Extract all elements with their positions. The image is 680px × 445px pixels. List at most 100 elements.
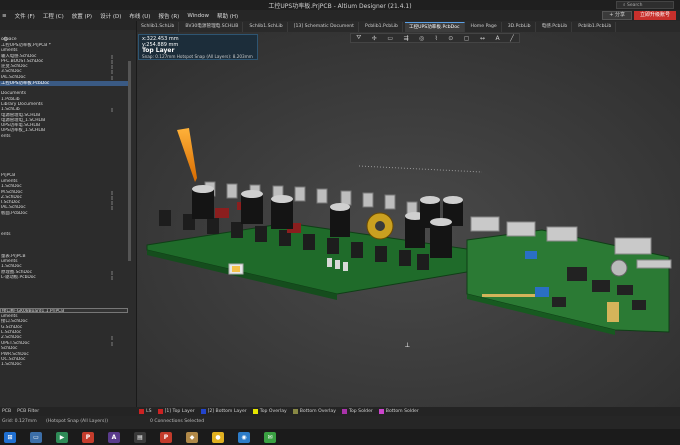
tree-item[interactable]: L-驱动板.PcbDoc ▯ [0, 275, 128, 280]
search-box[interactable]: ⌕ Search [616, 1, 674, 9]
tree-item[interactable]: 1.SchLib ▯ [0, 107, 128, 112]
tree-item-label: IAL.SchDoc [1, 75, 26, 80]
wechat-icon[interactable]: ✉ [264, 431, 276, 443]
tree-item-label: 接口.SchDoc [1, 319, 28, 324]
menu-project[interactable]: 工程 (C) [43, 12, 64, 20]
menu-reports[interactable]: 报告 (R) [158, 12, 179, 20]
share-button[interactable]: + 分享 [602, 11, 632, 20]
tree-item-label: L-驱动板.PcbDoc [1, 275, 36, 280]
tree-item-label: 接口板-GK08Board1.1.PrjPCB [2, 309, 65, 314]
place-pad-icon[interactable]: ◎ [419, 35, 424, 42]
tree-item[interactable]: SchDoc [0, 346, 128, 351]
doc-tab[interactable]: [13] Schematic Document [290, 21, 359, 32]
tree-item-label: 1.SchDoc [1, 184, 22, 189]
office-icon[interactable]: P [82, 431, 94, 443]
explorer-icon[interactable]: ▤ [134, 431, 146, 443]
menu-route[interactable]: 布线 (U) [129, 12, 150, 20]
doc-tab[interactable]: BV30电源管理电.SCHLIB [181, 21, 244, 32]
menu-help[interactable]: 帮助 (H) [217, 12, 238, 20]
tree-item[interactable]: 2.SchDoc ▯ [0, 335, 128, 340]
app-menu-icon[interactable]: ≡ [2, 13, 7, 19]
doc-tab[interactable]: 电感.PcbLib [538, 21, 573, 32]
tree-item-label: PrjPCB [1, 173, 16, 178]
panel-scrollbar[interactable] [128, 61, 131, 261]
layer-tab[interactable]: Top Solder [341, 409, 373, 414]
coordinate-readout: x:322.453 mm y:254.889 mm Top Layer Snap… [138, 34, 258, 60]
document-tabs: Schlib1.SchLib BV30电源管理电.SCHLIB Schlib1.Sc… [137, 21, 680, 32]
pcb-canvas[interactable]: ⟂ [137, 32, 680, 407]
dimension-icon[interactable]: ↔ [480, 35, 485, 42]
app-yellow-icon[interactable]: ● [212, 431, 224, 443]
tree-item[interactable]: 1.SchDoc [0, 184, 128, 189]
tree-item[interactable]: 工控UPS功率板.PcbDoc [0, 81, 128, 87]
tree-item[interactable]: 板面.PcbDoc [0, 211, 128, 216]
altium-icon[interactable]: A [108, 431, 120, 443]
task-view-icon[interactable]: ▭ [30, 431, 42, 443]
menu-file[interactable]: 文件 (F) [15, 12, 35, 20]
tree-item[interactable]: uments [0, 48, 128, 53]
tree-item-label: ents [1, 134, 11, 139]
doc-tab[interactable]: 工控UPS功率板.PcbDoc [404, 21, 465, 32]
move-icon[interactable]: ✢ [372, 35, 377, 42]
menu-place[interactable]: 放置 (P) [72, 12, 92, 20]
layer-tab[interactable]: Bottom Overlay [292, 409, 336, 414]
doc-tab[interactable]: 3D.PcbLib [504, 21, 536, 32]
document-icon: ▯ [111, 69, 114, 74]
tree-item-label: 工控UPS功率板.PcbDoc [1, 81, 50, 86]
tree-item[interactable]: UPS功率板_1.SCHLIB [0, 128, 128, 133]
layer-label: [1] Top Layer [164, 409, 195, 414]
layer-tab[interactable]: Bottom Solder [378, 409, 419, 414]
tree-item-label: 板面.PcbDoc [1, 211, 28, 216]
tree-item[interactable]: 接口板-GK08Board1.1.PrjPCB [0, 308, 128, 314]
tree-item-label: 1.SchDoc [1, 264, 22, 269]
tree-item[interactable]: ospace [0, 37, 128, 42]
tree-item[interactable]: ents [0, 232, 128, 237]
layer-tab[interactable]: [2] Bottom Layer [200, 409, 247, 414]
tree-item[interactable]: IAL.SchDoc ▯ [0, 205, 128, 210]
tree-item-label: ents [1, 232, 11, 237]
tree-item[interactable]: 1.SchDoc [0, 362, 128, 367]
tree-item[interactable]: IAL.SchDoc ▯ [0, 75, 128, 80]
select-icon[interactable]: ▭ [387, 35, 393, 42]
upgrade-button[interactable]: 立即升级账号 [633, 11, 676, 20]
layer-label: Bottom Solder [385, 409, 419, 414]
layer-tab[interactable]: [1] Top Layer [157, 409, 195, 414]
layer-label: [2] Bottom Layer [207, 409, 247, 414]
tree-item[interactable]: 3.SchDoc ▯ [0, 69, 128, 74]
tree-item[interactable]: PrjPCB [0, 173, 128, 178]
browser-icon[interactable]: ◉ [238, 431, 250, 443]
filter-icon[interactable]: ⛛ [356, 34, 361, 42]
tree-item[interactable]: 1.SchDoc [0, 264, 128, 269]
menu-window[interactable]: Window [187, 13, 209, 19]
tree-item[interactable]: ents [0, 134, 128, 139]
start-icon[interactable]: ⊞ [4, 431, 16, 443]
align-icon[interactable]: ⇶ [404, 35, 409, 42]
tree-item[interactable]: Documents [0, 91, 128, 96]
route-icon[interactable]: ⌇ [435, 35, 438, 42]
tree-item-label: 1.SchDoc [1, 362, 22, 367]
layer-tab[interactable]: LS [139, 409, 152, 414]
search-label: Search [626, 3, 643, 8]
taskbar: ⊞ ▭ ▶ P A ▤ P ◆ ● ◉ ✉ [0, 429, 680, 445]
doc-tab[interactable]: Home Page [467, 21, 502, 32]
doc-tab[interactable]: Schlib1.SchLib [137, 21, 180, 32]
app-fox-icon[interactable]: ◆ [186, 431, 198, 443]
tree-item[interactable]: 接口.SchDoc [0, 319, 128, 324]
doc-tab[interactable]: Pcblib1.PcbLib [574, 21, 617, 32]
panel-tab-pcb-filter[interactable]: PCB Filter [17, 409, 39, 414]
document-icon: ▯ [111, 107, 114, 112]
doc-tab[interactable]: Pcblib1.PcbLib [361, 21, 403, 32]
powerpoint-icon[interactable]: P [160, 431, 172, 443]
document-icon: ▯ [111, 275, 114, 280]
via-icon[interactable]: ⊙ [448, 35, 453, 42]
doc-tab[interactable]: Schlib1.SchLib [245, 21, 288, 32]
layer-tab[interactable]: Top Overlay [252, 409, 287, 414]
layer-color-swatch [292, 409, 298, 414]
text-icon[interactable]: A [495, 35, 499, 42]
tree-item-label: 2.SchDoc [1, 335, 22, 340]
panel-tab-pcb[interactable]: PCB [2, 409, 11, 414]
media-icon[interactable]: ▶ [56, 431, 68, 443]
menu-design[interactable]: 设计 (D) [100, 12, 121, 20]
polygon-icon[interactable]: ▢ [464, 35, 470, 42]
line-icon[interactable]: ╱ [510, 35, 514, 42]
